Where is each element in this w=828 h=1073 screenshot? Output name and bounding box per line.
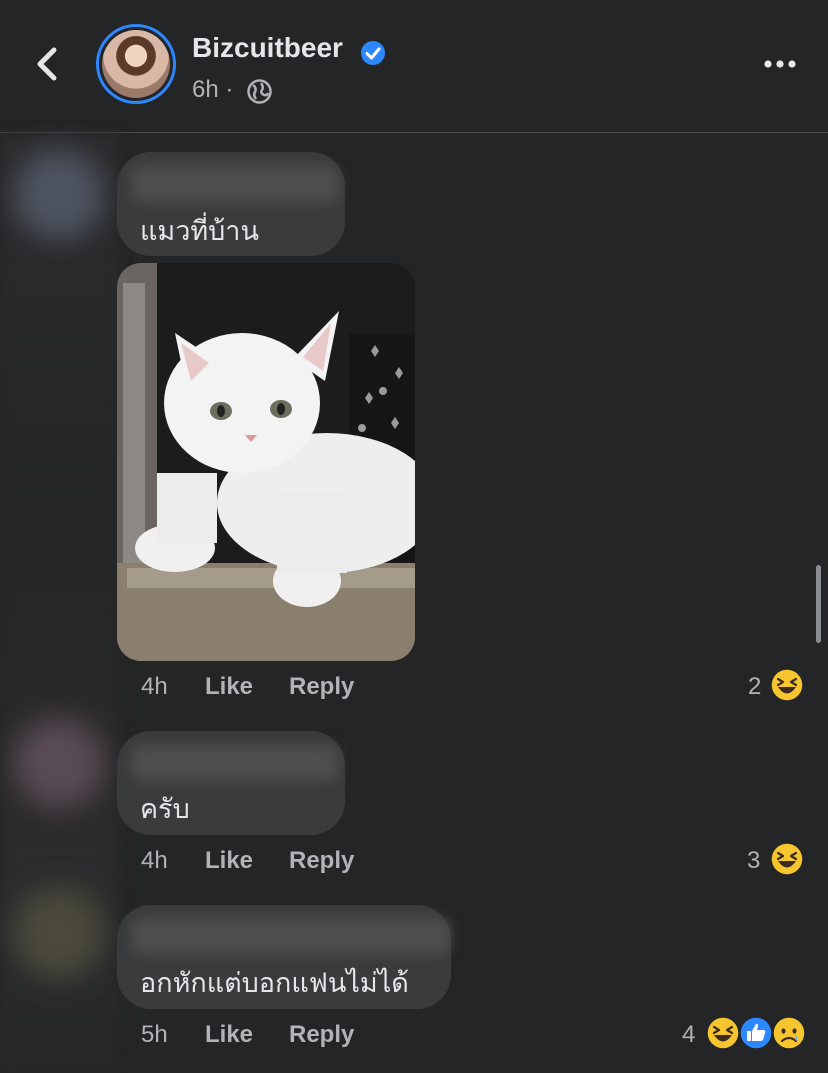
- page-name[interactable]: Bizcuitbeer: [192, 32, 343, 64]
- commenter-avatar[interactable]: [14, 150, 104, 240]
- comment-time: 5h: [141, 1021, 168, 1048]
- haha-emoji-icon[interactable]: [770, 668, 804, 702]
- page-avatar[interactable]: [96, 24, 176, 104]
- like-button[interactable]: Like: [205, 673, 253, 701]
- comment-text: อกหักแต่บอกแฟนไม่ได้: [140, 968, 409, 999]
- reply-button[interactable]: Reply: [289, 1021, 354, 1049]
- haha-emoji-icon[interactable]: [770, 842, 804, 876]
- haha-emoji-icon[interactable]: [706, 1016, 740, 1050]
- comment-text: ครับ: [140, 794, 190, 825]
- time-separator: ·: [225, 76, 234, 103]
- avatar-image: [102, 30, 170, 98]
- reaction-count[interactable]: 3: [747, 847, 760, 875]
- sad-emoji-icon[interactable]: [772, 1016, 806, 1050]
- post-header: Bizcuitbeer 6h ·: [0, 0, 828, 133]
- comment-time: 4h: [141, 673, 168, 700]
- like-reaction-icon[interactable]: [739, 1016, 773, 1050]
- commenter-name-blurred[interactable]: [132, 166, 338, 202]
- comment-time: 4h: [141, 847, 168, 874]
- post-timestamp: 6h ·: [192, 76, 233, 104]
- globe-icon: [247, 79, 272, 104]
- verified-badge-icon: [361, 41, 385, 65]
- cat-photo-image: [117, 263, 415, 661]
- commenter-avatar[interactable]: [14, 888, 104, 978]
- reply-button[interactable]: Reply: [289, 847, 354, 875]
- post-time-label: 6h: [192, 76, 219, 103]
- chevron-left-icon: [37, 47, 57, 81]
- more-options-icon[interactable]: [760, 52, 800, 76]
- scrollbar-thumb[interactable]: [816, 565, 821, 643]
- reaction-count[interactable]: 4: [682, 1021, 695, 1049]
- commenter-name-blurred[interactable]: [132, 918, 450, 954]
- commenter-name-blurred[interactable]: [132, 745, 338, 781]
- commenter-avatar[interactable]: [14, 718, 104, 808]
- back-button[interactable]: [30, 42, 66, 86]
- reaction-count[interactable]: 2: [748, 673, 761, 701]
- like-button[interactable]: Like: [205, 847, 253, 875]
- like-button[interactable]: Like: [205, 1021, 253, 1049]
- comment-text: แมวที่บ้าน: [140, 216, 259, 247]
- reply-button[interactable]: Reply: [289, 673, 354, 701]
- comment-photo[interactable]: [117, 263, 415, 661]
